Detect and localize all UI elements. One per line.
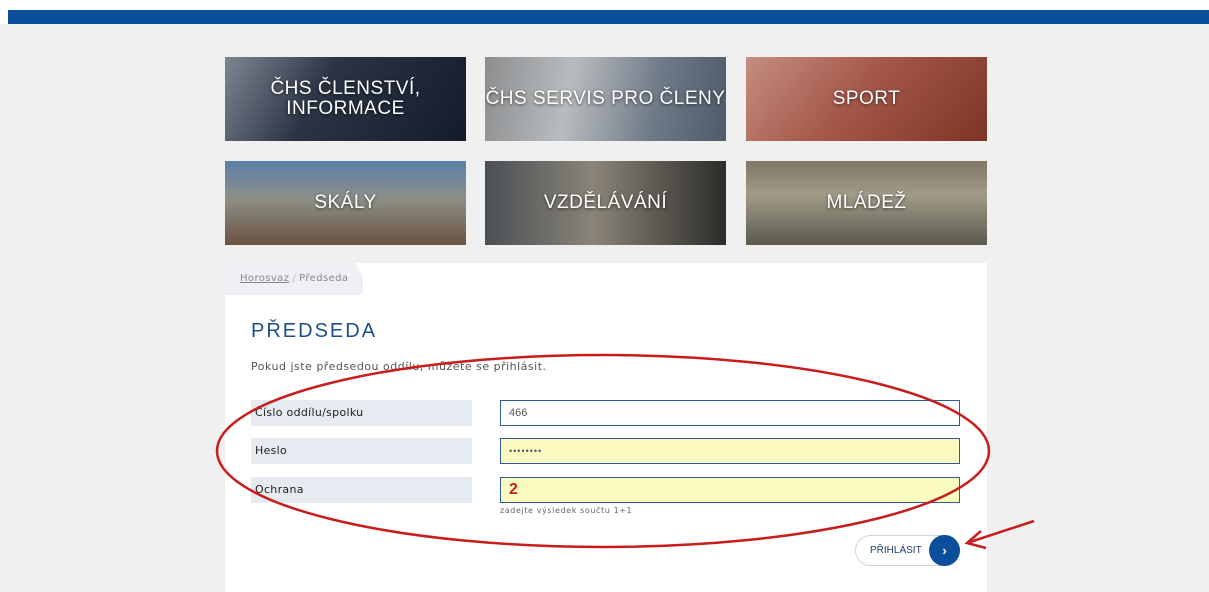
- intro-text: Pokud jste předsedou oddílu, můžete se p…: [251, 360, 547, 373]
- breadcrumb-current: Předseda: [299, 273, 349, 284]
- tile-label: SPORT: [832, 88, 901, 109]
- club-number-input[interactable]: [500, 400, 960, 426]
- club-number-label: Číslo oddílu/spolku: [251, 400, 472, 426]
- top-bar: [0, 0, 1209, 24]
- tile-label: SKÁLY: [314, 192, 377, 213]
- captcha-value: 2: [509, 481, 518, 498]
- brand-stripe: [8, 10, 1209, 24]
- captcha-input[interactable]: 2: [500, 477, 960, 503]
- login-button[interactable]: PŘIHLÁSIT ›: [855, 535, 960, 566]
- login-button-label: PŘIHLÁSIT: [870, 545, 922, 556]
- tile-education[interactable]: VZDĚLÁVÁNÍ: [485, 161, 726, 245]
- tile-member-services[interactable]: ČHS SERVIS PRO ČLENY: [485, 57, 726, 141]
- breadcrumb-separator: /: [292, 273, 297, 284]
- page-title: PŘEDSEDA: [251, 320, 378, 342]
- tile-label: MLÁDEŽ: [826, 192, 907, 213]
- password-label: Heslo: [251, 438, 472, 464]
- captcha-hint: zadejte výsledek součtu 1+1: [500, 506, 633, 515]
- main-content: Horosvaz / Předseda PŘEDSEDA Pokud jste př…: [225, 263, 987, 592]
- tile-sport[interactable]: SPORT: [746, 57, 987, 141]
- password-input[interactable]: ••••••••: [500, 438, 960, 464]
- chevron-right-icon: ›: [929, 535, 960, 566]
- tile-label: ČHS SERVIS PRO ČLENY: [485, 88, 726, 109]
- breadcrumb: Horosvaz / Předseda: [225, 263, 363, 295]
- captcha-label: Ochrana: [251, 477, 472, 503]
- tile-youth[interactable]: MLÁDEŽ: [746, 161, 987, 245]
- tile-membership-info[interactable]: ČHS ČLENSTVÍ, INFORMACE: [225, 57, 466, 141]
- tile-label: VZDĚLÁVÁNÍ: [543, 192, 668, 213]
- tile-label: ČHS ČLENSTVÍ, INFORMACE: [270, 78, 421, 119]
- breadcrumb-home-link[interactable]: Horosvaz: [240, 273, 289, 284]
- tile-rocks[interactable]: SKÁLY: [225, 161, 466, 245]
